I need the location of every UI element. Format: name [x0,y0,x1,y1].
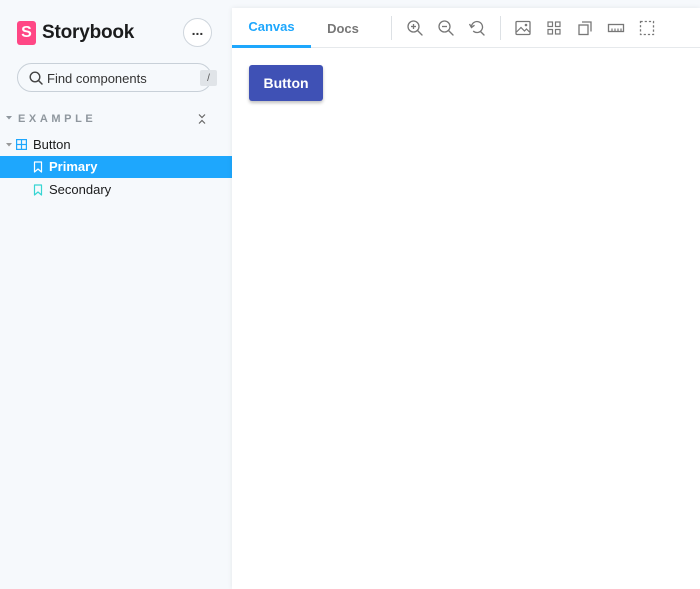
zoom-in-icon[interactable] [406,19,424,37]
storybook-logo-icon: S [17,21,36,45]
measure-icon[interactable] [607,19,625,37]
component-icon [16,139,27,150]
outline-icon[interactable] [638,19,656,37]
preview-panel: Canvas Docs Button [232,8,700,589]
search-field[interactable]: Find components / [17,63,217,92]
bookmark-icon [33,184,43,196]
group-label: EXAMPLE [18,113,97,125]
tab-docs[interactable]: Docs [316,8,370,48]
bookmark-icon [33,161,43,173]
toolbar: Canvas Docs [232,8,700,48]
toolbar-divider [391,16,392,40]
sidebar: S Storybook ... Find components / EXAMPL… [0,0,232,589]
tree-item-label: Primary [49,159,98,174]
sidebar-menu-button[interactable]: ... [183,18,212,47]
tree-item-label: Secondary [49,182,112,197]
tree-item-label: Button [33,137,71,152]
search-icon [29,71,43,85]
ellipsis-icon: ... [191,22,204,38]
viewport-icon[interactable] [576,19,594,37]
tree-item-primary[interactable]: Primary [0,156,232,178]
search-placeholder: Find components [47,71,147,86]
toolbar-divider [500,16,501,40]
search-shortcut-key: / [200,70,217,86]
brand-name: Storybook [42,22,135,43]
caret-down-icon [6,116,12,120]
background-icon[interactable] [514,19,532,37]
zoom-out-icon[interactable] [437,19,455,37]
brand[interactable]: S Storybook [17,20,134,46]
zoom-reset-icon[interactable] [468,19,486,37]
group-header-example[interactable]: EXAMPLE [5,113,220,127]
collapse-all-icon[interactable] [196,113,208,125]
grid-icon[interactable] [545,19,563,37]
tree-item-secondary[interactable]: Secondary [0,179,232,201]
preview-primary-button[interactable]: Button [249,65,323,101]
caret-down-icon [6,143,12,147]
tree-item-button[interactable]: Button [0,134,232,156]
tab-canvas[interactable]: Canvas [232,8,311,48]
